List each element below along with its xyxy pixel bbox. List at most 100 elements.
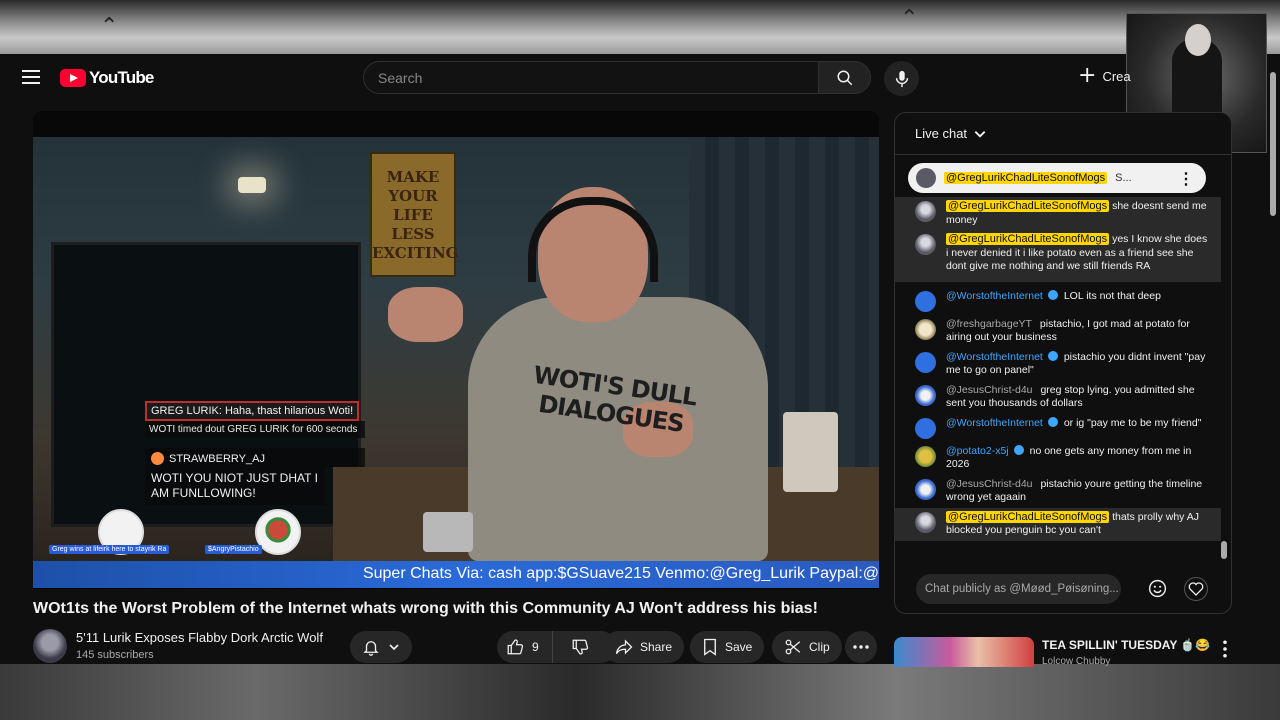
page-scrollbar[interactable] bbox=[1267, 60, 1280, 664]
angry-emoji-icon bbox=[151, 452, 164, 465]
thumbs-up-icon bbox=[507, 639, 524, 655]
live-chat-mode-selector[interactable]: Live chat bbox=[895, 113, 1231, 155]
chat-author[interactable]: @GregLurikChadLiteSonofMogs bbox=[946, 510, 1110, 523]
chevron-down-icon bbox=[974, 130, 986, 138]
like-button[interactable]: 9 bbox=[497, 631, 553, 663]
overlay-chat-username: STRAWBERRY_AJ bbox=[169, 452, 265, 465]
notification-button[interactable] bbox=[350, 631, 412, 663]
search-input[interactable] bbox=[364, 62, 818, 93]
scene-lamp bbox=[238, 177, 266, 193]
more-horiz-icon bbox=[853, 645, 869, 649]
more-vert-icon[interactable] bbox=[1218, 640, 1232, 658]
scene-cup bbox=[423, 512, 473, 552]
chat-author[interactable]: @WorstoftheInternet bbox=[946, 417, 1043, 429]
avatar bbox=[915, 417, 936, 439]
scene-mug bbox=[783, 412, 838, 492]
create-button[interactable]: + Crea bbox=[1078, 63, 1131, 88]
chat-author[interactable]: @GregLurikChadLiteSonofMogs bbox=[946, 200, 1110, 212]
subscriber-count: 145 subscribers bbox=[76, 649, 154, 661]
chat-author[interactable]: @GregLurikChadLiteSonofMogs bbox=[946, 233, 1110, 245]
video-player[interactable]: MAKE YOUR LIFE LESS EXCITING WOTI'S DULL… bbox=[33, 111, 879, 589]
chat-author[interactable]: @potato2-x5j bbox=[946, 445, 1009, 457]
live-chat-label: Live chat bbox=[915, 126, 968, 141]
bird-silhouette-icon: ⌃ bbox=[100, 14, 119, 39]
chat-scrollbar-thumb[interactable] bbox=[1221, 541, 1227, 559]
avatar bbox=[915, 511, 936, 533]
chat-author[interactable]: @WorstoftheInternet bbox=[946, 351, 1043, 363]
search-button[interactable] bbox=[818, 61, 871, 94]
share-icon bbox=[615, 639, 633, 655]
chat-scrollbar[interactable] bbox=[1221, 157, 1227, 559]
voice-search-button[interactable] bbox=[884, 61, 919, 96]
plus-icon: + bbox=[1078, 63, 1097, 88]
clip-button[interactable]: Clip bbox=[772, 631, 842, 663]
overlay-chat-message: WOTI YOU NIOT JUST DHAT I AM FUNLLOWING! bbox=[145, 467, 325, 505]
chat-input-row bbox=[895, 568, 1231, 613]
chat-author[interactable]: @JesusChrist-d4u bbox=[946, 478, 1033, 490]
menu-icon[interactable] bbox=[22, 70, 40, 84]
pinned-author: @GregLurikChadLiteSonofMogs bbox=[944, 172, 1108, 184]
chat-text: LOL its not that deep bbox=[1063, 289, 1161, 302]
verified-icon bbox=[1013, 444, 1024, 455]
bookmark-icon bbox=[704, 638, 716, 656]
overlay-chat-line: GREG LURIK: Haha, thast hilarious Woti! bbox=[145, 401, 360, 421]
chat-message: @GregLurikChadLiteSonofMogs she doesnt s… bbox=[895, 197, 1221, 230]
avatar bbox=[915, 234, 936, 255]
chat-author[interactable]: @freshgarbageYT bbox=[946, 318, 1032, 330]
avatar bbox=[915, 445, 936, 467]
chat-message-list: @GregLurikChadLiteSonofMogs she doesnt s… bbox=[895, 197, 1221, 541]
bell-icon bbox=[363, 641, 379, 656]
dislike-button[interactable] bbox=[560, 631, 600, 663]
chat-message: @GregLurikChadLiteSonofMogs yes I know s… bbox=[895, 230, 1221, 282]
support-heart-button[interactable] bbox=[1184, 577, 1208, 601]
upnext-channel[interactable]: Lolcow Chubby bbox=[1042, 656, 1110, 667]
chat-input[interactable] bbox=[916, 574, 1121, 604]
channel-name[interactable]: 5'11 Lurik Exposes Flabby Dork Arctic Wo… bbox=[76, 630, 323, 645]
overlay-frame-bottom bbox=[0, 664, 1280, 720]
overlay-avatar-label: $AngryPistachio bbox=[205, 545, 262, 554]
bird-silhouette-icon: ⌃ bbox=[900, 6, 919, 31]
scene-person: WOTI'S DULL DIALOGUES bbox=[388, 187, 773, 561]
chat-author[interactable]: @JesusChrist-d4u bbox=[946, 384, 1033, 396]
like-dislike-group: 9 bbox=[497, 631, 617, 663]
heart-icon bbox=[1188, 582, 1204, 596]
chat-message: @WorstoftheInternet pistachio you didnt i… bbox=[895, 348, 1221, 381]
more-vert-icon[interactable]: ⋮ bbox=[1178, 169, 1194, 189]
upnext-thumbnail[interactable] bbox=[894, 637, 1034, 667]
avatar bbox=[915, 384, 936, 406]
avatar bbox=[915, 201, 936, 222]
avatar bbox=[915, 478, 936, 500]
pinned-message[interactable]: @GregLurikChadLiteSonofMogs S... ⋮ bbox=[908, 163, 1206, 193]
youtube-logo-icon bbox=[60, 69, 86, 87]
overlay-chat-user: STRAWBERRY_AJ bbox=[145, 448, 365, 467]
overlay-avatar-label: Greg wins at lifeirk here to stayrik Ra bbox=[49, 545, 170, 554]
video-frame: MAKE YOUR LIFE LESS EXCITING WOTI'S DULL… bbox=[33, 137, 879, 561]
avatar bbox=[915, 290, 936, 312]
upnext-title[interactable]: TEA SPILLIN' TUESDAY 🍵😂 bbox=[1042, 638, 1210, 652]
stream-chat-overlay: GREG LURIK: Haha, thast hilarious Woti! … bbox=[145, 401, 365, 505]
chat-author[interactable]: @WorstoftheInternet bbox=[946, 290, 1043, 302]
verified-icon bbox=[1047, 289, 1058, 300]
masthead: YouTube + Crea bbox=[0, 54, 1131, 100]
chat-message: @WorstoftheInternet or ig "pay me to be m… bbox=[895, 414, 1221, 442]
youtube-logo[interactable]: YouTube bbox=[60, 68, 154, 88]
avatar bbox=[915, 351, 936, 373]
save-label: Save bbox=[725, 640, 753, 654]
overlay-avatar bbox=[255, 509, 301, 555]
video-letterbox bbox=[33, 111, 879, 137]
scissors-icon bbox=[785, 639, 801, 655]
channel-avatar[interactable] bbox=[33, 629, 67, 663]
more-actions-button[interactable] bbox=[845, 631, 877, 663]
share-button[interactable]: Share bbox=[603, 631, 685, 663]
logo-text: YouTube bbox=[89, 68, 154, 87]
pinned-text: S... bbox=[1115, 172, 1132, 184]
emoji-icon[interactable] bbox=[1147, 578, 1168, 599]
chat-message: @freshgarbageYT pistachio, I got mad at … bbox=[895, 315, 1221, 348]
chat-text: or ig "pay me to be my friend" bbox=[1063, 416, 1202, 429]
share-label: Share bbox=[640, 640, 673, 654]
avatar bbox=[915, 318, 936, 340]
page-scrollbar-thumb[interactable] bbox=[1270, 72, 1276, 216]
save-button[interactable]: Save bbox=[690, 631, 765, 663]
avatar bbox=[916, 168, 936, 188]
search-icon bbox=[837, 70, 852, 85]
